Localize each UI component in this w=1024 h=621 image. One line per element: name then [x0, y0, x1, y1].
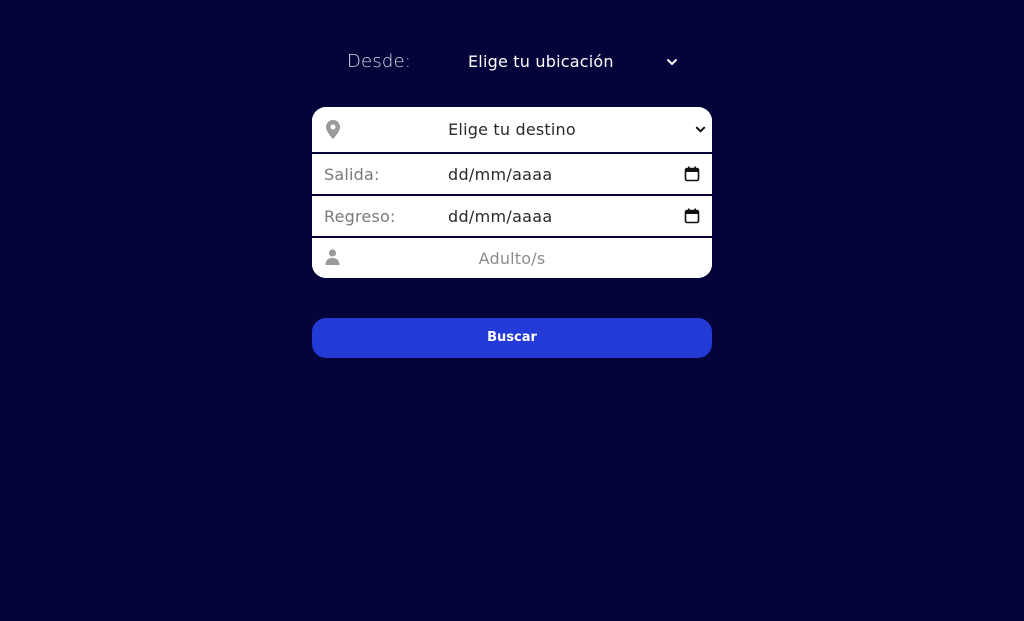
calendar-icon[interactable] [684, 208, 700, 224]
destination-selected-value: Elige tu destino [448, 120, 576, 139]
origin-row: Desde: Elige tu ubicación [312, 44, 712, 80]
departure-date-value: dd/mm/aaaa [448, 165, 553, 184]
calendar-icon[interactable] [684, 166, 700, 182]
passengers-field[interactable]: Adulto/s [312, 238, 712, 278]
chevron-down-icon [695, 126, 706, 133]
chevron-down-icon [667, 59, 677, 65]
passengers-input[interactable]: Adulto/s [312, 249, 712, 268]
origin-select[interactable]: Elige tu ubicación [468, 44, 678, 80]
origin-selected-value: Elige tu ubicación [468, 52, 614, 71]
destination-select[interactable]: Elige tu destino [312, 107, 712, 152]
search-button[interactable]: Buscar [312, 318, 712, 358]
return-label: Regreso: [324, 207, 396, 226]
search-form-card: Elige tu destino Salida: dd/mm/aaaa Regr… [312, 107, 712, 278]
return-date-field[interactable]: Regreso: dd/mm/aaaa [312, 196, 712, 236]
return-date-value: dd/mm/aaaa [448, 207, 553, 226]
departure-label: Salida: [324, 165, 380, 184]
search-page: Desde: Elige tu ubicación Elige tu desti… [0, 0, 1024, 621]
origin-label: Desde: [347, 51, 412, 72]
departure-date-field[interactable]: Salida: dd/mm/aaaa [312, 154, 712, 194]
